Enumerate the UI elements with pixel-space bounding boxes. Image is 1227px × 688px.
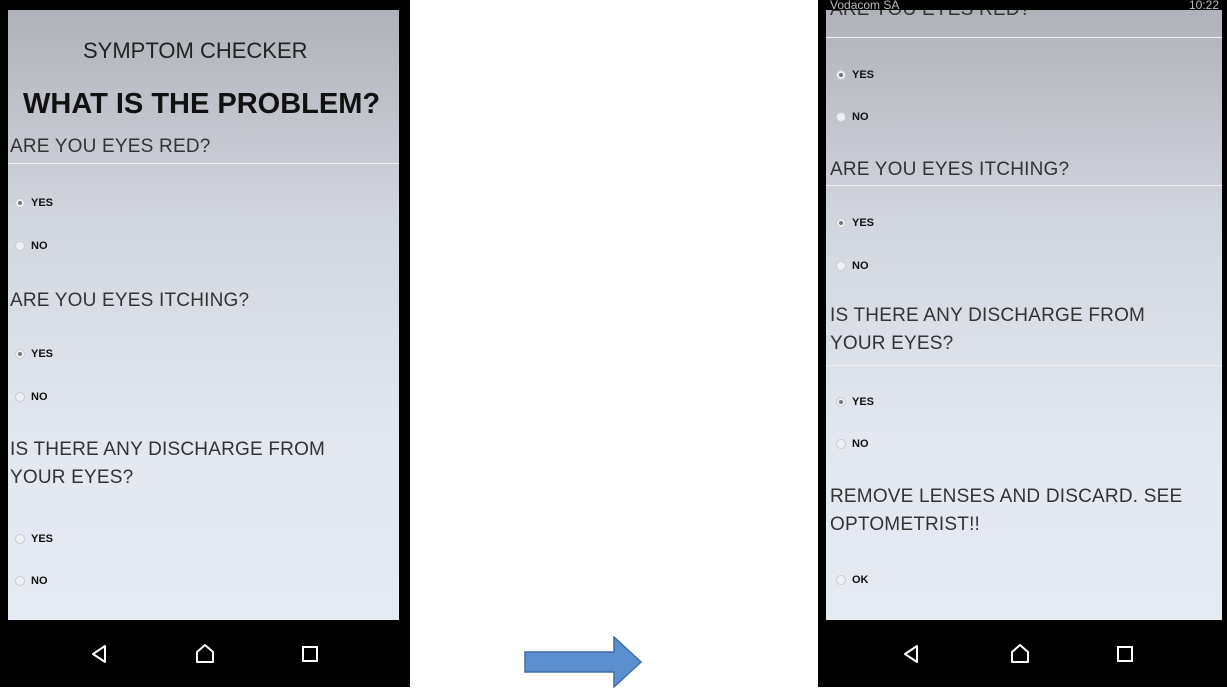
phone-screen-right: Vodacom SA 10:22 ARE YOU EYES RED? YES N… bbox=[818, 0, 1227, 687]
radio-label: NO bbox=[31, 391, 48, 403]
radio-option-yes[interactable]: YES bbox=[15, 197, 53, 209]
question-eyes-itching: ARE YOU EYES ITCHING? bbox=[830, 159, 1070, 180]
radio-label: YES bbox=[31, 197, 54, 209]
advice-message: REMOVE LENSES AND DISCARD. SEE OPTOMETRI… bbox=[830, 486, 1183, 535]
radio-label: NO bbox=[852, 438, 869, 450]
back-icon[interactable] bbox=[900, 642, 924, 666]
radio-button[interactable] bbox=[15, 392, 25, 402]
radio-button[interactable] bbox=[836, 397, 846, 407]
transition-arrow-icon bbox=[524, 636, 642, 688]
phone-screen-left: SYMPTOM CHECKER WHAT IS THE PROBLEM? ARE… bbox=[0, 0, 410, 687]
home-icon[interactable] bbox=[193, 642, 217, 666]
radio-label: NO bbox=[31, 575, 48, 587]
radio-button[interactable] bbox=[836, 261, 846, 271]
app-screen: SYMPTOM CHECKER WHAT IS THE PROBLEM? ARE… bbox=[8, 10, 399, 620]
android-nav-bar bbox=[0, 620, 410, 687]
question-eyes-red: ARE YOU EYES RED? bbox=[10, 136, 211, 157]
radio-option-yes[interactable]: YES bbox=[836, 217, 874, 229]
radio-option-no[interactable]: NO bbox=[15, 391, 48, 403]
radio-button[interactable] bbox=[15, 534, 25, 544]
radio-option-yes[interactable]: YES bbox=[836, 69, 874, 81]
radio-option-yes[interactable]: YES bbox=[15, 348, 53, 360]
app-screen-scrolled: ARE YOU EYES RED? YES NO ARE YOU EYES IT… bbox=[826, 10, 1222, 620]
question-eyes-itching: ARE YOU EYES ITCHING? bbox=[10, 290, 250, 311]
question-discharge: IS THERE ANY DISCHARGE FROM YOUR EYES? bbox=[10, 439, 326, 488]
radio-button[interactable] bbox=[836, 439, 846, 449]
home-icon[interactable] bbox=[1008, 642, 1032, 666]
recents-icon[interactable] bbox=[298, 642, 322, 666]
radio-label: YES bbox=[852, 396, 875, 408]
radio-option-ok[interactable]: OK bbox=[836, 574, 869, 586]
radio-label: NO bbox=[852, 111, 869, 123]
radio-label: YES bbox=[31, 348, 54, 360]
radio-button[interactable] bbox=[15, 349, 25, 359]
radio-label: NO bbox=[852, 260, 869, 272]
radio-label: YES bbox=[852, 217, 875, 229]
app-title: SYMPTOM CHECKER bbox=[83, 38, 308, 63]
question-eyes-red: ARE YOU EYES RED? bbox=[830, 10, 1031, 21]
radio-label: OK bbox=[852, 574, 869, 586]
radio-option-no[interactable]: NO bbox=[15, 240, 48, 252]
radio-option-no[interactable]: NO bbox=[836, 260, 869, 272]
radio-button[interactable] bbox=[15, 241, 25, 251]
radio-option-no[interactable]: NO bbox=[836, 438, 869, 450]
radio-label: NO bbox=[31, 240, 48, 252]
recents-icon[interactable] bbox=[1113, 642, 1137, 666]
radio-button[interactable] bbox=[836, 112, 846, 122]
radio-button[interactable] bbox=[15, 198, 25, 208]
back-icon[interactable] bbox=[88, 642, 112, 666]
radio-option-no[interactable]: NO bbox=[15, 575, 48, 587]
radio-button[interactable] bbox=[836, 70, 846, 80]
radio-button[interactable] bbox=[836, 218, 846, 228]
radio-label: YES bbox=[852, 69, 875, 81]
radio-option-yes[interactable]: YES bbox=[15, 533, 53, 545]
question-discharge: IS THERE ANY DISCHARGE FROM YOUR EYES? bbox=[830, 305, 1146, 354]
radio-option-no[interactable]: NO bbox=[836, 111, 869, 123]
radio-button[interactable] bbox=[15, 576, 25, 586]
radio-label: YES bbox=[31, 533, 54, 545]
page-heading: WHAT IS THE PROBLEM? bbox=[23, 88, 381, 120]
android-nav-bar bbox=[818, 620, 1227, 687]
radio-button[interactable] bbox=[836, 575, 846, 585]
radio-option-yes[interactable]: YES bbox=[836, 396, 874, 408]
